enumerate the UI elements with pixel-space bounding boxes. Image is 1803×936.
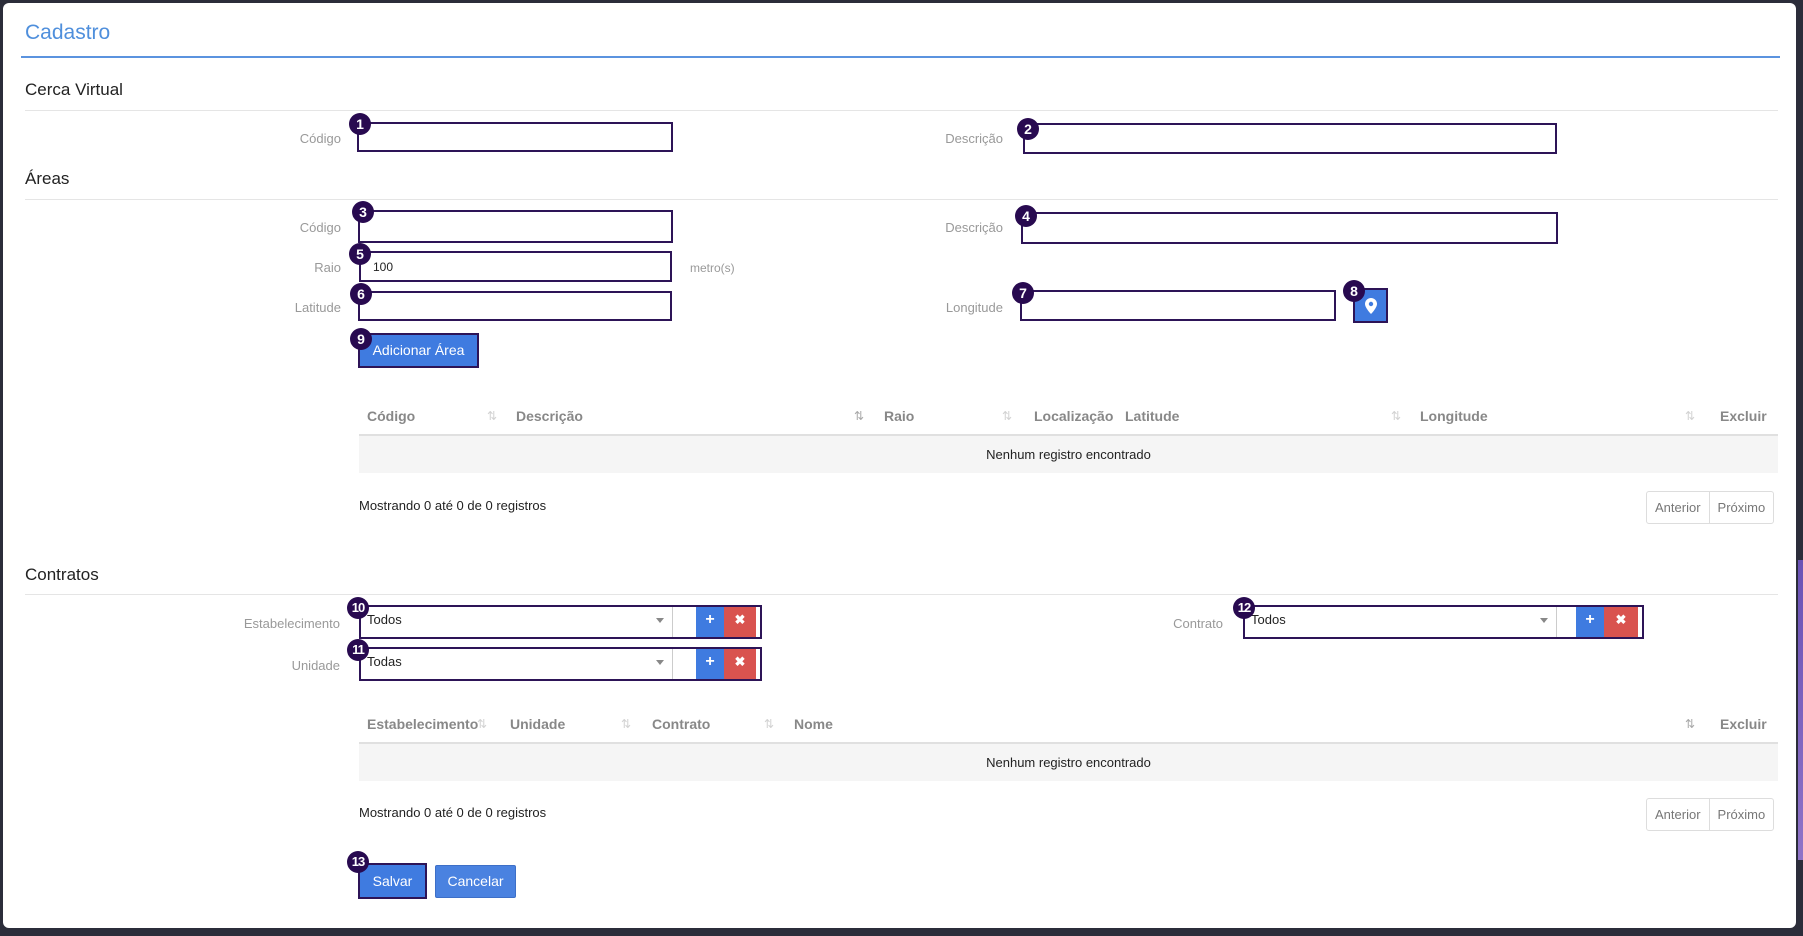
badge-7: 7 — [1012, 282, 1034, 304]
unidade-select-group: Todas + ✖ — [359, 647, 762, 681]
raio-input[interactable] — [359, 251, 672, 282]
areas-pagination: Anterior Próximo — [1646, 491, 1775, 524]
badge-6: 6 — [350, 283, 372, 305]
contratos-prev-button[interactable]: Anterior — [1647, 799, 1709, 830]
col-raio[interactable]: Raio — [884, 408, 914, 424]
badge-3: 3 — [352, 201, 374, 223]
sort-icon[interactable]: ⇅ — [854, 409, 864, 423]
estabelecimento-select[interactable]: Todos — [361, 607, 673, 637]
section-divider — [25, 199, 1778, 200]
areas-table-info: Mostrando 0 até 0 de 0 registros — [359, 498, 547, 513]
sort-icon[interactable]: ⇅ — [1391, 409, 1401, 423]
select-spacer — [1557, 607, 1576, 637]
unidade-selected: Todas — [367, 654, 402, 669]
col-descricao[interactable]: Descrição — [516, 408, 583, 424]
contratos-pagination: Anterior Próximo — [1646, 798, 1775, 831]
col-longitude[interactable]: Longitude — [1420, 408, 1488, 424]
badge-4: 4 — [1015, 205, 1037, 227]
latitude-input[interactable] — [358, 291, 672, 321]
contratos-table-info: Mostrando 0 até 0 de 0 registros — [359, 805, 547, 820]
section-areas: Áreas — [25, 169, 70, 188]
estabelecimento-add-button[interactable]: + — [696, 607, 724, 637]
badge-9: 9 — [350, 328, 372, 350]
col-estabelecimento[interactable]: Estabelecimento — [367, 716, 478, 732]
area-descricao-input[interactable] — [1021, 212, 1558, 244]
badge-13: 13 — [347, 851, 369, 873]
section-contratos: Contratos — [25, 565, 99, 584]
cerca-codigo-label: Código — [299, 131, 341, 146]
col-localizacao: Localização — [1034, 408, 1114, 424]
sort-icon[interactable]: ⇅ — [487, 409, 497, 423]
area-codigo-label: Código — [299, 220, 341, 235]
contrato-add-button[interactable]: + — [1576, 607, 1604, 637]
cerca-descricao-label: Descrição — [945, 131, 1003, 146]
areas-prev-button[interactable]: Anterior — [1647, 492, 1709, 523]
unidade-label: Unidade — [291, 658, 340, 673]
longitude-input[interactable] — [1020, 290, 1336, 321]
raio-unit: metro(s) — [690, 261, 735, 275]
unidade-add-button[interactable]: + — [696, 649, 724, 679]
latitude-label: Latitude — [294, 300, 341, 315]
badge-1: 1 — [349, 113, 371, 135]
contrato-select-group: Todos + ✖ — [1243, 605, 1644, 639]
badge-5: 5 — [349, 243, 371, 265]
add-area-button[interactable]: Adicionar Área — [358, 333, 479, 368]
title-divider — [21, 56, 1780, 58]
areas-next-button[interactable]: Próximo — [1708, 492, 1774, 523]
cancel-button[interactable]: Cancelar — [435, 865, 516, 898]
estabelecimento-clear-button[interactable]: ✖ — [724, 607, 756, 637]
longitude-label: Longitude — [945, 300, 1003, 315]
sort-icon[interactable]: ⇅ — [1002, 409, 1012, 423]
contratos-next-button[interactable]: Próximo — [1708, 799, 1774, 830]
cerca-descricao-input[interactable] — [1023, 123, 1557, 154]
estabelecimento-label: Estabelecimento — [243, 616, 340, 631]
unidade-clear-button[interactable]: ✖ — [724, 649, 756, 679]
window-edge-accent — [1798, 560, 1803, 860]
sort-icon[interactable]: ⇅ — [477, 717, 487, 731]
chevron-down-icon — [1540, 618, 1548, 623]
badge-2: 2 — [1017, 118, 1039, 140]
col-excluir: Excluir — [1720, 716, 1767, 732]
cerca-codigo-input[interactable] — [357, 122, 673, 152]
cadastro-panel: Cadastro Cerca Virtual Código 1 Descriçã… — [3, 3, 1796, 928]
raio-label: Raio — [314, 260, 341, 275]
sort-icon[interactable]: ⇅ — [1685, 409, 1695, 423]
col-latitude[interactable]: Latitude — [1125, 408, 1179, 424]
badge-12: 12 — [1233, 597, 1255, 619]
section-cerca-virtual: Cerca Virtual — [25, 80, 123, 99]
col-unidade[interactable]: Unidade — [510, 716, 565, 732]
unidade-select[interactable]: Todas — [361, 649, 673, 679]
sort-icon[interactable]: ⇅ — [764, 717, 774, 731]
col-contrato[interactable]: Contrato — [652, 716, 710, 732]
map-pin-icon — [1364, 298, 1377, 314]
sort-icon[interactable]: ⇅ — [621, 717, 631, 731]
chevron-down-icon — [656, 660, 664, 665]
col-excluir: Excluir — [1720, 408, 1767, 424]
save-button[interactable]: Salvar — [358, 863, 427, 899]
col-codigo[interactable]: Código — [367, 408, 415, 424]
badge-8: 8 — [1343, 280, 1365, 302]
contratos-empty-row: Nenhum registro encontrado — [359, 744, 1778, 781]
col-nome[interactable]: Nome — [794, 716, 833, 732]
badge-11: 11 — [347, 639, 369, 661]
sort-icon[interactable]: ⇅ — [1685, 717, 1695, 731]
contrato-select[interactable]: Todos — [1245, 607, 1557, 637]
section-divider — [25, 594, 1778, 595]
estabelecimento-select-group: Todos + ✖ — [359, 605, 762, 639]
contrato-clear-button[interactable]: ✖ — [1604, 607, 1638, 637]
estabelecimento-selected: Todos — [367, 612, 402, 627]
page-title: Cadastro — [25, 21, 111, 44]
select-spacer — [673, 607, 696, 637]
badge-10: 10 — [347, 597, 369, 619]
area-codigo-input[interactable] — [358, 210, 673, 243]
select-spacer — [673, 649, 696, 679]
chevron-down-icon — [656, 618, 664, 623]
contrato-label: Contrato — [1173, 616, 1223, 631]
area-descricao-label: Descrição — [945, 220, 1003, 235]
areas-empty-row: Nenhum registro encontrado — [359, 436, 1778, 473]
section-divider — [25, 110, 1778, 111]
contrato-selected: Todos — [1251, 612, 1286, 627]
